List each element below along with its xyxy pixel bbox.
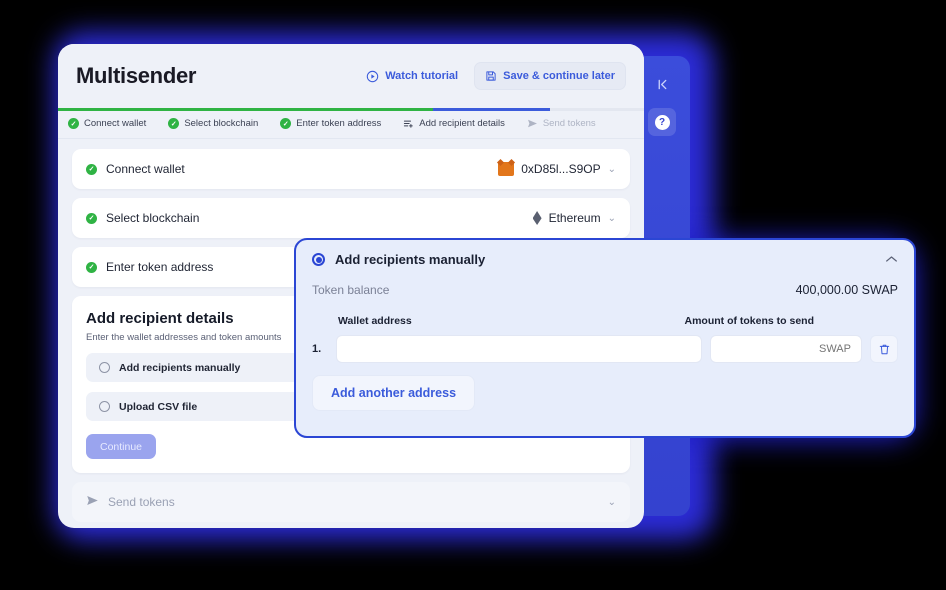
- row-connect-wallet[interactable]: ✓ Connect wallet 0xD85l...S9OP ⌄: [72, 149, 630, 189]
- stepper: ✓ Connect wallet ✓ Select blockchain ✓ E…: [58, 108, 644, 139]
- modal-title: Add recipients manually: [335, 252, 486, 267]
- token-balance-value: 400,000.00 SWAP: [795, 283, 898, 297]
- check-circle-icon: ✓: [280, 118, 292, 129]
- option-label: Upload CSV file: [119, 400, 198, 413]
- check-circle-icon: ✓: [86, 163, 97, 175]
- token-balance-row: Token balance 400,000.00 SWAP: [312, 283, 898, 297]
- row-label: Select blockchain: [106, 211, 200, 225]
- delete-entry-button[interactable]: [870, 335, 898, 363]
- step-add-recipient-details[interactable]: Add recipient details: [403, 118, 505, 129]
- chevron-down-icon[interactable]: ⌄: [608, 164, 616, 175]
- recipient-entry-row: 1.: [312, 335, 898, 363]
- amount-input[interactable]: [710, 335, 862, 363]
- row-label: Connect wallet: [106, 162, 185, 176]
- wallet-address-value: 0xD85l...S9OP: [521, 162, 601, 176]
- step-label: Add recipient details: [419, 118, 505, 129]
- row-value: ⌄: [608, 497, 616, 508]
- help-button[interactable]: ?: [648, 108, 676, 136]
- row-send-tokens[interactable]: Send tokens ⌄: [72, 482, 630, 522]
- progress-bar-green: [58, 108, 434, 111]
- list-add-icon: [403, 118, 414, 129]
- row-value: 0xD85l...S9OP ⌄: [498, 162, 616, 176]
- send-icon: [527, 118, 538, 129]
- step-select-blockchain[interactable]: ✓ Select blockchain: [168, 118, 258, 129]
- add-recipients-modal: Add recipients manually Token balance 40…: [294, 238, 916, 438]
- continue-button[interactable]: Continue: [86, 434, 156, 459]
- app-header: Multisender Watch tutorial Save & contin…: [58, 44, 644, 108]
- row-select-blockchain[interactable]: ✓ Select blockchain Ethereum ⌄: [72, 198, 630, 238]
- column-header-wallet-address: Wallet address: [338, 315, 412, 327]
- step-list: ✓ Connect wallet ✓ Select blockchain ✓ E…: [58, 111, 644, 139]
- watch-tutorial-button[interactable]: Watch tutorial: [360, 63, 464, 90]
- add-another-address-button[interactable]: Add another address: [312, 375, 476, 411]
- entry-index: 1.: [312, 343, 322, 355]
- check-circle-icon: ✓: [168, 118, 180, 129]
- question-mark-icon: ?: [654, 114, 670, 130]
- wallet-address-input[interactable]: [336, 335, 702, 363]
- save-continue-later-button[interactable]: Save & continue later: [474, 62, 626, 90]
- modal-header: Add recipients manually: [312, 252, 898, 267]
- step-label: Select blockchain: [184, 118, 259, 129]
- column-header-amount: Amount of tokens to send: [684, 315, 815, 327]
- row-value: Ethereum ⌄: [532, 211, 616, 225]
- step-connect-wallet[interactable]: ✓ Connect wallet: [68, 118, 146, 129]
- send-icon: [86, 494, 99, 510]
- radio-icon[interactable]: [99, 362, 110, 373]
- play-circle-icon: [366, 70, 379, 83]
- step-label: Connect wallet: [84, 118, 147, 129]
- column-headers: Wallet address Amount of tokens to send: [312, 315, 898, 327]
- radio-selected-icon[interactable]: [312, 253, 325, 266]
- check-circle-icon: ✓: [86, 261, 97, 273]
- metamask-fox-icon: [498, 162, 515, 176]
- check-circle-icon: ✓: [86, 212, 97, 224]
- chevron-down-icon[interactable]: ⌄: [608, 213, 616, 224]
- step-send-tokens: Send tokens: [527, 118, 596, 129]
- radio-icon[interactable]: [99, 401, 110, 412]
- check-circle-icon: ✓: [68, 118, 79, 129]
- floppy-disk-icon: [485, 70, 497, 82]
- step-enter-token-address[interactable]: ✓ Enter token address: [280, 118, 381, 129]
- save-continue-later-label: Save & continue later: [503, 70, 615, 82]
- option-label: Add recipients manually: [119, 361, 241, 374]
- row-label: Send tokens: [108, 495, 175, 509]
- watch-tutorial-label: Watch tutorial: [385, 70, 459, 82]
- chevron-down-icon[interactable]: ⌄: [608, 497, 616, 508]
- progress-bar: [58, 108, 644, 111]
- step-label: Enter token address: [296, 118, 382, 129]
- step-label: Send tokens: [542, 118, 596, 129]
- blockchain-value: Ethereum: [548, 211, 601, 225]
- ethereum-diamond-icon: [532, 211, 542, 225]
- chevron-up-icon[interactable]: [885, 254, 898, 266]
- token-balance-label: Token balance: [312, 283, 390, 297]
- screenshot-stage: ? Multisender Watch tutorial Save & cont…: [0, 0, 946, 590]
- header-actions: Watch tutorial Save & continue later: [360, 62, 626, 90]
- row-label: Enter token address: [106, 260, 214, 274]
- page-title: Multisender: [76, 63, 197, 88]
